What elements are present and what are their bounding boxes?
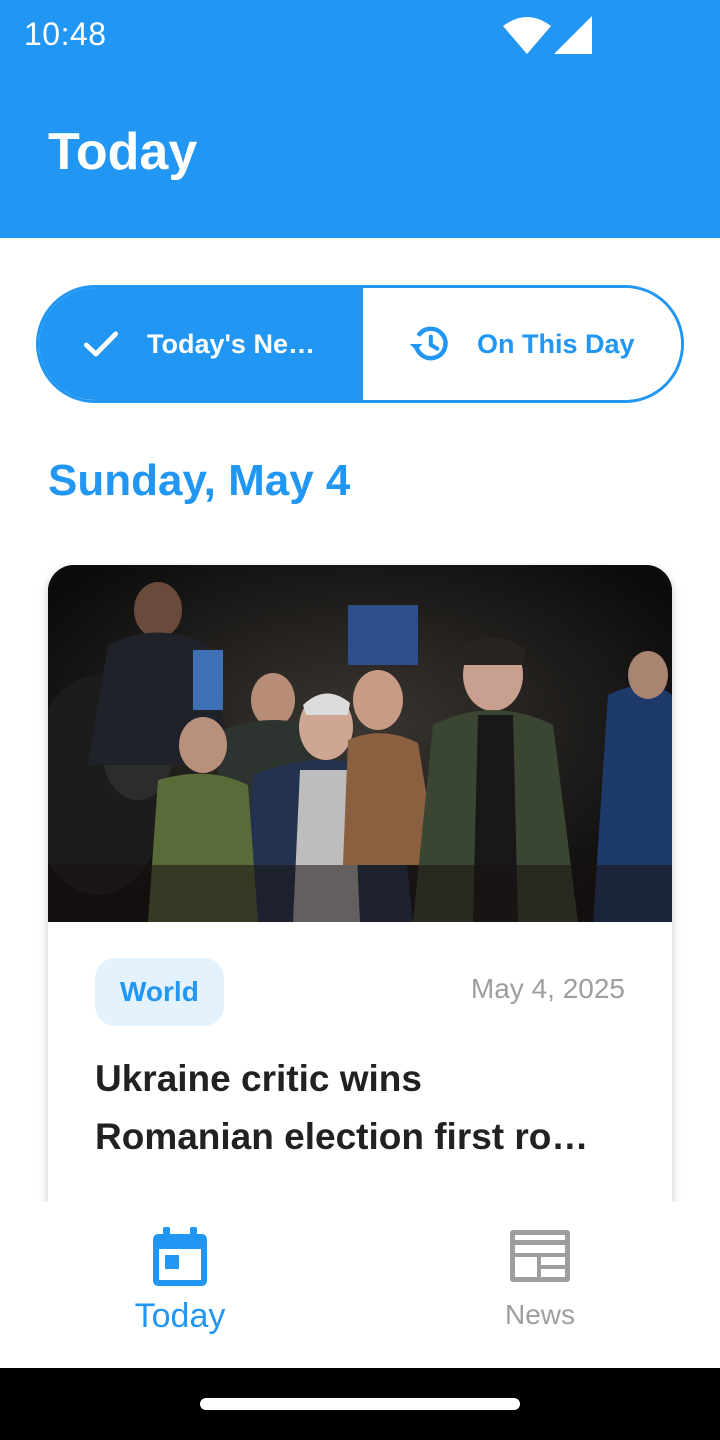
cellular-signal-icon [554,16,592,54]
nav-label-news: News [504,1299,575,1330]
newspaper-icon [510,1230,570,1282]
article-headline[interactable]: Ukraine critic wins Romanian election fi… [95,1050,625,1166]
system-nav-bar [0,1368,720,1440]
status-bar: 10:48 [0,0,720,72]
home-gesture-handle[interactable] [200,1398,520,1410]
segment-on-this-day[interactable]: On This Day [360,288,681,400]
segment-todays-news[interactable]: Today's Ne… [39,288,360,400]
view-toggle: Today's Ne… On This Day [36,285,684,403]
page-title: Today [48,123,198,181]
check-icon [83,331,119,357]
segment-on-this-day-label: On This Day [477,328,635,359]
bottom-navigation: Today News [0,1202,720,1368]
article-headline-line2: Romanian election first ro… [95,1116,589,1157]
calendar-icon [153,1227,207,1286]
nav-item-news[interactable]: News [360,1202,720,1368]
history-icon [409,326,448,361]
article-date: May 4, 2025 [470,973,625,1004]
app-bar: Today [0,72,720,238]
segment-todays-news-label: Today's Ne… [147,328,315,359]
article-headline-line1: Ukraine critic wins [95,1058,422,1099]
status-time: 10:48 [24,16,107,52]
nav-item-today[interactable]: Today [0,1202,360,1368]
nav-label-today: Today [134,1297,226,1335]
wifi-icon [503,17,551,54]
date-heading: Sunday, May 4 [48,456,351,505]
category-chip[interactable]: World [95,958,224,1026]
news-card[interactable]: World May 4, 2025 Ukraine critic wins Ro… [48,565,672,1265]
news-photo [48,565,672,922]
